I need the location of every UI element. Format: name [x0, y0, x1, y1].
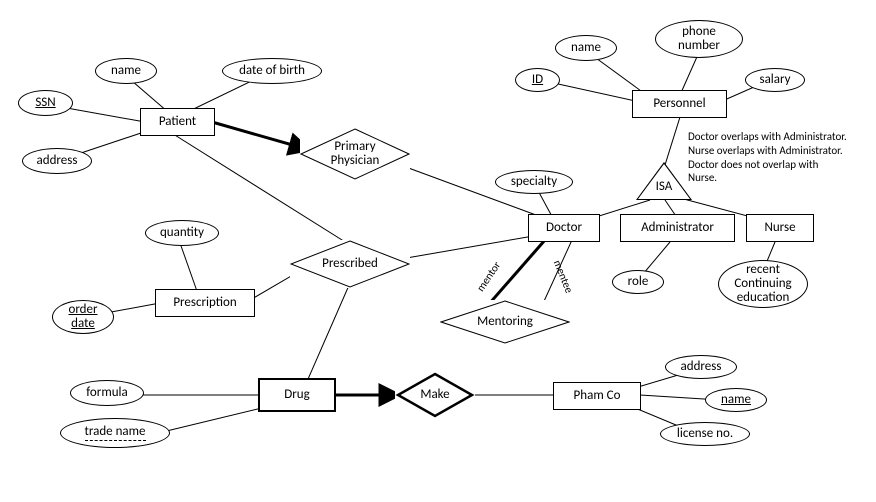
entity-prescription: Prescription [155, 289, 255, 317]
entity-personnel: Personnel [632, 90, 727, 118]
entity-drug: Drug [258, 378, 336, 412]
attr-patient-dob: date of birth [222, 58, 322, 84]
attr-personnel-name: name [555, 35, 617, 61]
attr-nurse-rce: recent Continuing education [718, 260, 808, 308]
attr-patient-ssn-key: SSN [18, 90, 73, 116]
attr-patient-address: address [22, 148, 92, 174]
entity-nurse: Nurse [746, 214, 814, 242]
attr-prescription-quantity: quantity [145, 220, 219, 246]
attr-personnel-phone: phone number [655, 20, 743, 58]
attr-personnel-salary: salary [745, 68, 805, 92]
attr-phamco-address: address [665, 355, 737, 379]
rel-prescribed: Prescribed [290, 240, 410, 288]
entity-phamco: Pham Co [553, 382, 641, 410]
attr-admin-role: role [612, 270, 664, 294]
isa-triangle: ISA [636, 162, 692, 200]
attr-drug-formula: formula [70, 380, 144, 406]
entity-patient: Patient [140, 108, 215, 136]
attr-phamco-license: license no. [660, 422, 750, 446]
attr-phamco-name-key: name [705, 388, 767, 412]
attr-drug-tradename: trade name [60, 418, 170, 448]
rel-primary-physician: Primary Physician [300, 128, 410, 180]
attr-patient-name: name [95, 58, 157, 84]
rel-make: Make [395, 372, 475, 418]
attr-personnel-id-key: ID [515, 68, 560, 92]
entity-administrator: Administrator [620, 214, 735, 242]
attr-prescription-orderdate-key: order date [52, 300, 114, 334]
overlap-note: Doctor overlaps with Administrator. Nurs… [688, 130, 868, 185]
rel-mentoring: Mentoring [440, 300, 570, 344]
entity-doctor: Doctor [528, 214, 600, 242]
attr-doctor-specialty: specialty [495, 170, 573, 194]
